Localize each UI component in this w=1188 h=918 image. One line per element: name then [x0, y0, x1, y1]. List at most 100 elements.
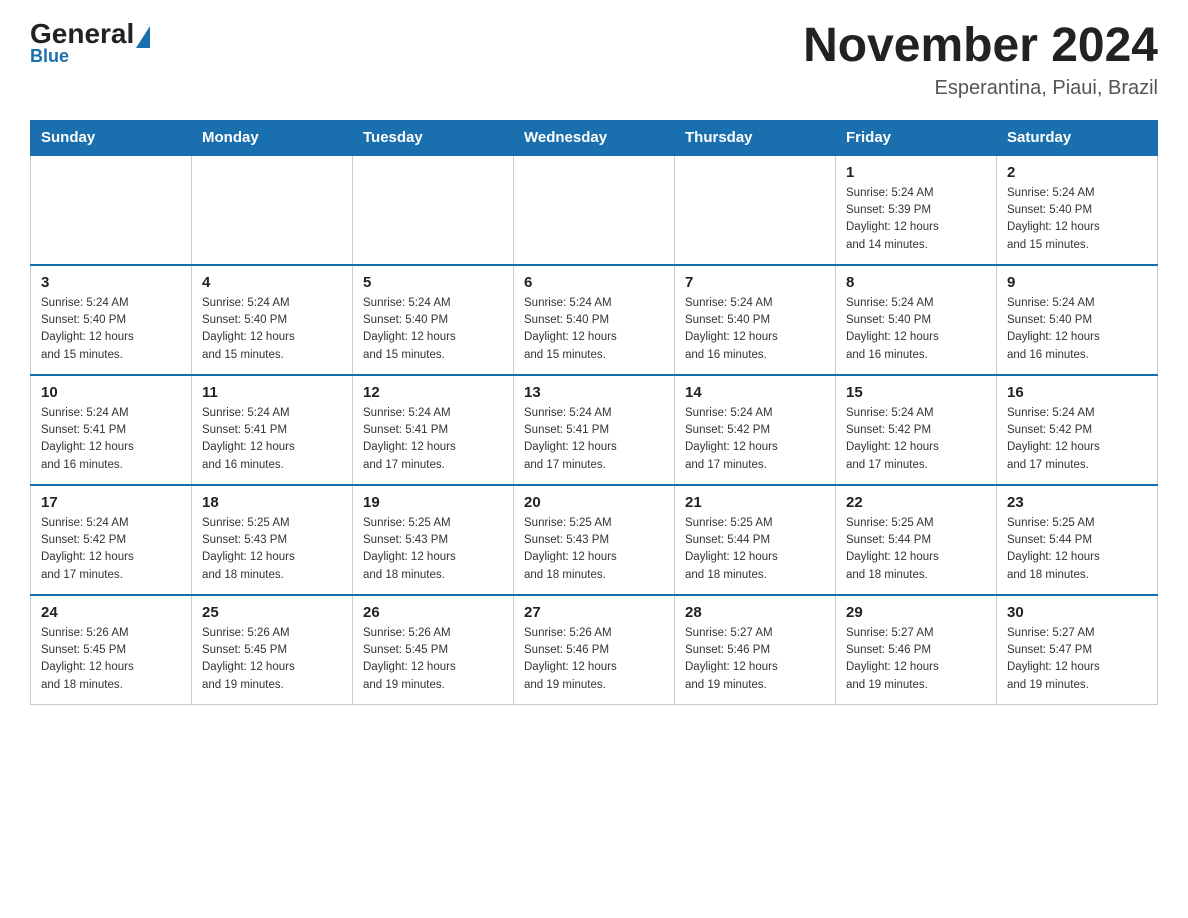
day-info: Sunrise: 5:24 AMSunset: 5:41 PMDaylight:…	[363, 405, 503, 474]
logo-triangle-icon	[136, 26, 150, 48]
weekday-header-thursday: Thursday	[675, 120, 836, 155]
calendar-day-cell: 2 Sunrise: 5:24 AMSunset: 5:40 PMDaylight…	[997, 155, 1158, 265]
calendar-day-cell: 25 Sunrise: 5:26 AMSunset: 5:45 PMDayligh…	[192, 595, 353, 705]
calendar-day-cell: 16 Sunrise: 5:24 AMSunset: 5:42 PMDayligh…	[997, 375, 1158, 485]
location-subtitle: Esperantina, Piaui, Brazil	[803, 77, 1158, 100]
day-number: 1	[846, 164, 986, 181]
day-number: 22	[846, 494, 986, 511]
day-number: 13	[524, 384, 664, 401]
day-info: Sunrise: 5:27 AMSunset: 5:46 PMDaylight:…	[846, 625, 986, 694]
weekday-header-tuesday: Tuesday	[353, 120, 514, 155]
calendar-day-cell: 13 Sunrise: 5:24 AMSunset: 5:41 PMDayligh…	[514, 375, 675, 485]
month-year-title: November 2024	[803, 20, 1158, 73]
calendar-day-cell: 17Sunrise: 5:24 AMSunset: 5:42 PMDayligh…	[31, 485, 192, 595]
day-number: 18	[202, 494, 342, 511]
calendar-day-cell: 19 Sunrise: 5:25 AMSunset: 5:43 PMDayligh…	[353, 485, 514, 595]
day-number: 24	[41, 604, 181, 621]
day-number: 21	[685, 494, 825, 511]
weekday-header-saturday: Saturday	[997, 120, 1158, 155]
calendar-day-cell: 20 Sunrise: 5:25 AMSunset: 5:43 PMDayligh…	[514, 485, 675, 595]
day-number: 29	[846, 604, 986, 621]
calendar-week-row: 10Sunrise: 5:24 AMSunset: 5:41 PMDayligh…	[31, 375, 1158, 485]
day-number: 11	[202, 384, 342, 401]
calendar-day-cell: 8 Sunrise: 5:24 AMSunset: 5:40 PMDaylight…	[836, 265, 997, 375]
day-info: Sunrise: 5:25 AMSunset: 5:44 PMDaylight:…	[685, 515, 825, 584]
day-info: Sunrise: 5:24 AMSunset: 5:40 PMDaylight:…	[41, 295, 181, 364]
day-number: 5	[363, 274, 503, 291]
calendar-day-cell: 1 Sunrise: 5:24 AMSunset: 5:39 PMDaylight…	[836, 155, 997, 265]
day-info: Sunrise: 5:26 AMSunset: 5:45 PMDaylight:…	[202, 625, 342, 694]
day-info: Sunrise: 5:24 AMSunset: 5:41 PMDaylight:…	[202, 405, 342, 474]
day-info: Sunrise: 5:24 AMSunset: 5:40 PMDaylight:…	[846, 295, 986, 364]
calendar-day-cell: 23Sunrise: 5:25 AMSunset: 5:44 PMDayligh…	[997, 485, 1158, 595]
calendar-day-cell	[675, 155, 836, 265]
weekday-header-sunday: Sunday	[31, 120, 192, 155]
calendar-day-cell	[514, 155, 675, 265]
calendar-day-cell: 12 Sunrise: 5:24 AMSunset: 5:41 PMDayligh…	[353, 375, 514, 485]
calendar-week-row: 3 Sunrise: 5:24 AMSunset: 5:40 PMDaylight…	[31, 265, 1158, 375]
logo-blue-text: Blue	[30, 46, 150, 67]
day-info: Sunrise: 5:26 AMSunset: 5:45 PMDaylight:…	[363, 625, 503, 694]
title-area: November 2024 Esperantina, Piaui, Brazil	[803, 20, 1158, 100]
weekday-header-wednesday: Wednesday	[514, 120, 675, 155]
calendar-day-cell: 29 Sunrise: 5:27 AMSunset: 5:46 PMDayligh…	[836, 595, 997, 705]
day-info: Sunrise: 5:24 AMSunset: 5:40 PMDaylight:…	[524, 295, 664, 364]
day-number: 19	[363, 494, 503, 511]
calendar-table: SundayMondayTuesdayWednesdayThursdayFrid…	[30, 120, 1158, 706]
day-info: Sunrise: 5:24 AMSunset: 5:40 PMDaylight:…	[1007, 185, 1147, 254]
calendar-day-cell: 15Sunrise: 5:24 AMSunset: 5:42 PMDayligh…	[836, 375, 997, 485]
day-info: Sunrise: 5:25 AMSunset: 5:43 PMDaylight:…	[363, 515, 503, 584]
day-info: Sunrise: 5:24 AMSunset: 5:40 PMDaylight:…	[202, 295, 342, 364]
calendar-day-cell: 11 Sunrise: 5:24 AMSunset: 5:41 PMDayligh…	[192, 375, 353, 485]
day-number: 25	[202, 604, 342, 621]
day-info: Sunrise: 5:27 AMSunset: 5:47 PMDaylight:…	[1007, 625, 1147, 694]
day-number: 8	[846, 274, 986, 291]
day-number: 2	[1007, 164, 1147, 181]
day-number: 12	[363, 384, 503, 401]
calendar-day-cell	[353, 155, 514, 265]
day-number: 27	[524, 604, 664, 621]
calendar-day-cell: 7 Sunrise: 5:24 AMSunset: 5:40 PMDaylight…	[675, 265, 836, 375]
day-number: 9	[1007, 274, 1147, 291]
day-number: 4	[202, 274, 342, 291]
day-info: Sunrise: 5:26 AMSunset: 5:45 PMDaylight:…	[41, 625, 181, 694]
calendar-day-cell: 22 Sunrise: 5:25 AMSunset: 5:44 PMDayligh…	[836, 485, 997, 595]
page-header: General Blue November 2024 Esperantina, …	[30, 20, 1158, 100]
day-info: Sunrise: 5:24 AMSunset: 5:42 PMDaylight:…	[1007, 405, 1147, 474]
calendar-day-cell: 24 Sunrise: 5:26 AMSunset: 5:45 PMDayligh…	[31, 595, 192, 705]
day-info: Sunrise: 5:24 AMSunset: 5:41 PMDaylight:…	[524, 405, 664, 474]
calendar-day-cell: 10Sunrise: 5:24 AMSunset: 5:41 PMDayligh…	[31, 375, 192, 485]
logo-general-text: General	[30, 20, 134, 48]
calendar-day-cell: 4 Sunrise: 5:24 AMSunset: 5:40 PMDaylight…	[192, 265, 353, 375]
day-info: Sunrise: 5:25 AMSunset: 5:43 PMDaylight:…	[202, 515, 342, 584]
calendar-week-row: 24 Sunrise: 5:26 AMSunset: 5:45 PMDayligh…	[31, 595, 1158, 705]
day-number: 7	[685, 274, 825, 291]
calendar-day-cell: 5Sunrise: 5:24 AMSunset: 5:40 PMDaylight…	[353, 265, 514, 375]
day-number: 16	[1007, 384, 1147, 401]
day-info: Sunrise: 5:25 AMSunset: 5:44 PMDaylight:…	[1007, 515, 1147, 584]
day-info: Sunrise: 5:24 AMSunset: 5:42 PMDaylight:…	[846, 405, 986, 474]
calendar-day-cell: 9Sunrise: 5:24 AMSunset: 5:40 PMDaylight…	[997, 265, 1158, 375]
day-info: Sunrise: 5:24 AMSunset: 5:40 PMDaylight:…	[685, 295, 825, 364]
day-number: 20	[524, 494, 664, 511]
day-number: 3	[41, 274, 181, 291]
calendar-day-cell: 6Sunrise: 5:24 AMSunset: 5:40 PMDaylight…	[514, 265, 675, 375]
calendar-week-row: 1 Sunrise: 5:24 AMSunset: 5:39 PMDaylight…	[31, 155, 1158, 265]
calendar-day-cell: 3 Sunrise: 5:24 AMSunset: 5:40 PMDaylight…	[31, 265, 192, 375]
day-info: Sunrise: 5:24 AMSunset: 5:39 PMDaylight:…	[846, 185, 986, 254]
calendar-day-cell: 21 Sunrise: 5:25 AMSunset: 5:44 PMDayligh…	[675, 485, 836, 595]
logo: General Blue	[30, 20, 150, 67]
day-number: 30	[1007, 604, 1147, 621]
day-info: Sunrise: 5:25 AMSunset: 5:44 PMDaylight:…	[846, 515, 986, 584]
weekday-header-monday: Monday	[192, 120, 353, 155]
day-info: Sunrise: 5:24 AMSunset: 5:42 PMDaylight:…	[41, 515, 181, 584]
calendar-day-cell: 26Sunrise: 5:26 AMSunset: 5:45 PMDayligh…	[353, 595, 514, 705]
calendar-day-cell	[31, 155, 192, 265]
day-number: 28	[685, 604, 825, 621]
calendar-day-cell	[192, 155, 353, 265]
calendar-day-cell: 28 Sunrise: 5:27 AMSunset: 5:46 PMDayligh…	[675, 595, 836, 705]
day-info: Sunrise: 5:27 AMSunset: 5:46 PMDaylight:…	[685, 625, 825, 694]
calendar-week-row: 17Sunrise: 5:24 AMSunset: 5:42 PMDayligh…	[31, 485, 1158, 595]
weekday-header-friday: Friday	[836, 120, 997, 155]
day-info: Sunrise: 5:25 AMSunset: 5:43 PMDaylight:…	[524, 515, 664, 584]
